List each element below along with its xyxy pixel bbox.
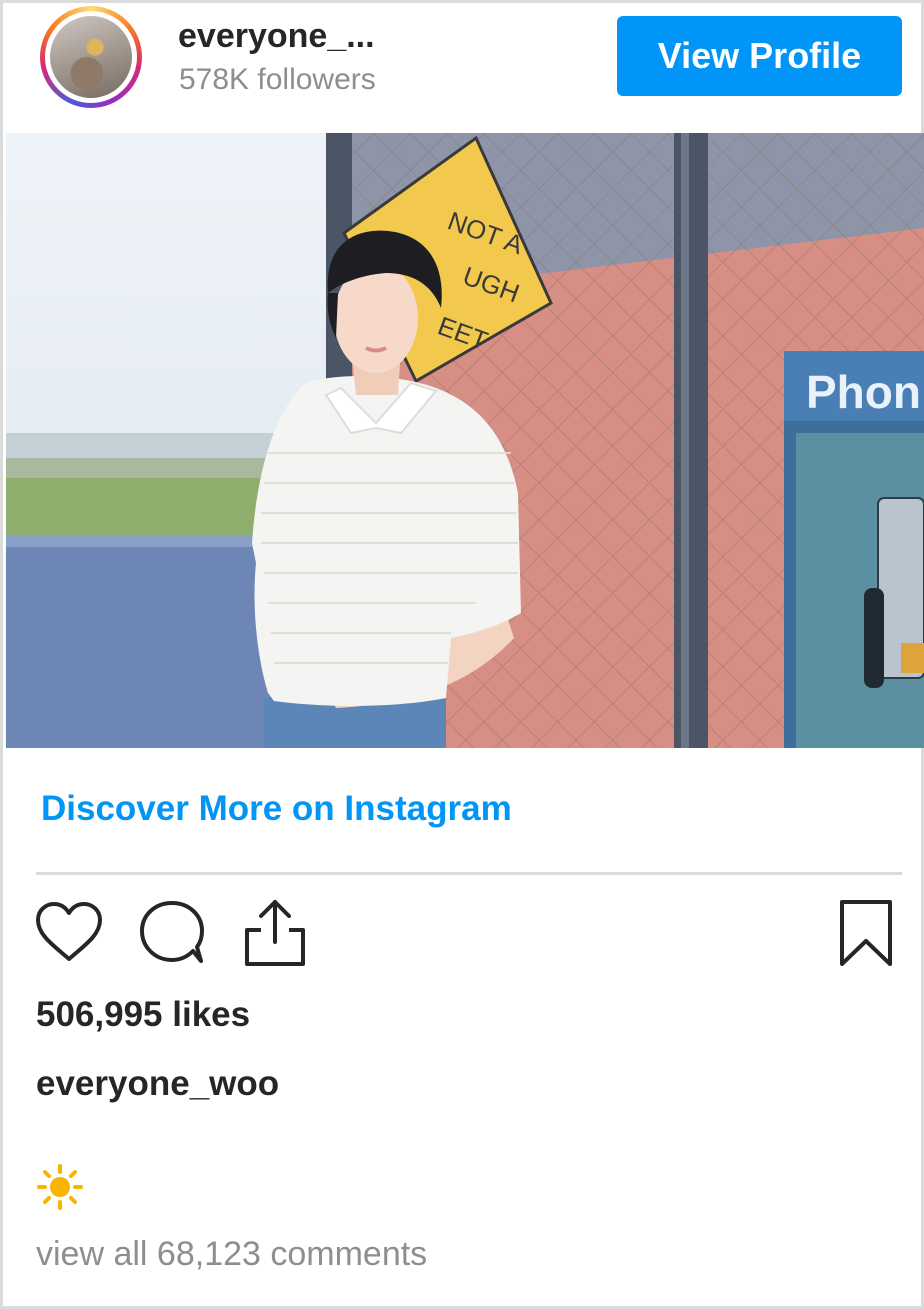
post-photo[interactable]: NOT A UGH EET Phon	[6, 133, 924, 748]
sun-icon	[37, 1164, 83, 1210]
view-comments-link[interactable]: view all 68,123 comments	[36, 1235, 427, 1274]
instagram-embed-card: everyone_... 578K followers View Profile	[0, 0, 924, 1309]
username[interactable]: everyone_...	[178, 17, 375, 56]
avatar-image	[50, 16, 132, 98]
share-icon[interactable]	[243, 896, 307, 968]
view-profile-button[interactable]: View Profile	[617, 16, 902, 96]
bookmark-icon[interactable]	[837, 898, 895, 968]
caption-username[interactable]: everyone_woo	[36, 1064, 279, 1104]
like-count[interactable]: 506,995 likes	[36, 995, 250, 1035]
discover-more-link[interactable]: Discover More on Instagram	[41, 789, 512, 829]
divider	[36, 872, 902, 875]
post-header: everyone_... 578K followers View Profile	[3, 3, 921, 131]
follower-count: 578K followers	[179, 63, 376, 96]
phone-booth: Phon	[784, 351, 924, 748]
booth-sign: Phon	[806, 366, 921, 418]
avatar[interactable]	[40, 6, 142, 108]
comment-icon[interactable]	[137, 899, 207, 967]
heart-icon[interactable]	[33, 901, 105, 965]
